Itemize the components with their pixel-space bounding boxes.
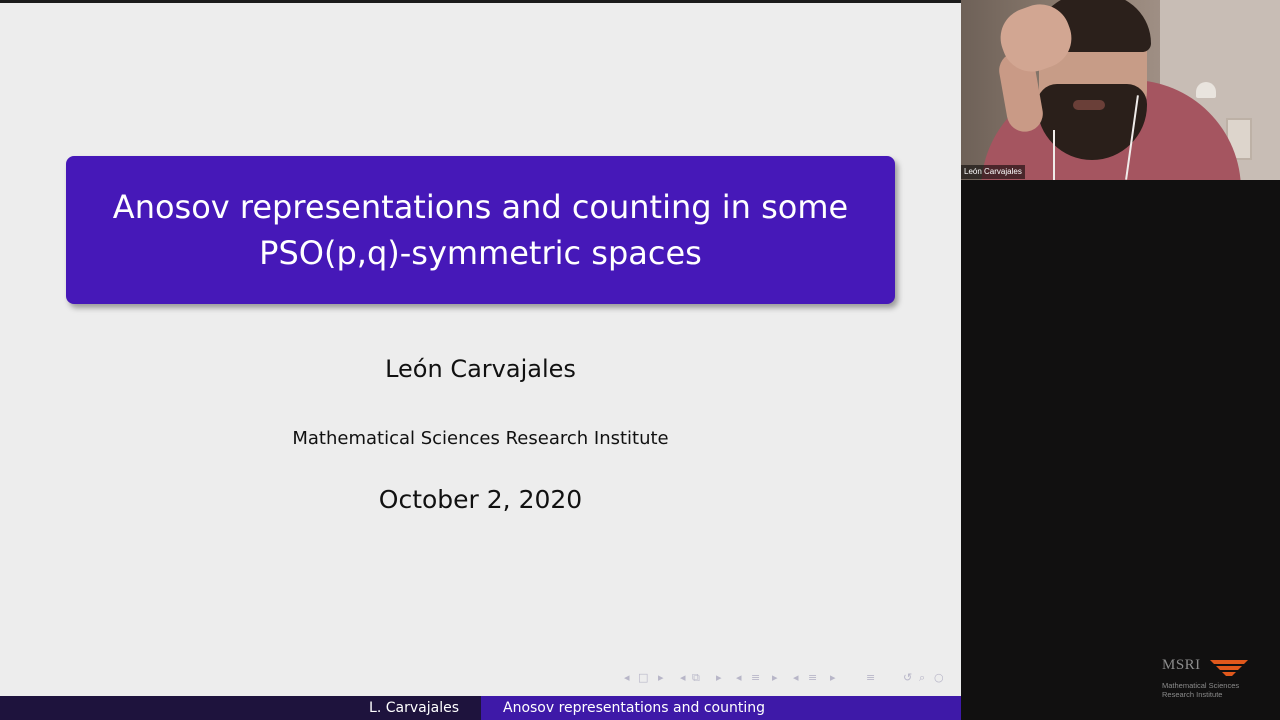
speaker-mouth <box>1073 100 1105 110</box>
footer-author: L. Carvajales <box>0 696 481 720</box>
presentation-date: October 2, 2020 <box>378 485 583 514</box>
nav-right-icon[interactable]: ▸ <box>716 671 722 684</box>
logo-text-line: Research Institute <box>1162 690 1223 699</box>
nav-left-icon[interactable]: ◂ <box>680 671 686 684</box>
nav-left-icon[interactable]: ◂ <box>624 671 630 684</box>
appendix-icon[interactable]: ≡ <box>866 671 875 684</box>
section-icon[interactable]: ≡ <box>808 671 817 684</box>
nav-right-icon[interactable]: ▸ <box>772 671 778 684</box>
frame-icon[interactable]: □ <box>638 671 648 684</box>
participant-video-tile[interactable] <box>961 0 1280 180</box>
nav-right-icon[interactable]: ▸ <box>658 671 664 684</box>
beamer-navigation-bar: ◂ □ ▸ ◂ ⧉ ▸ ◂ ≡ ▸ ◂ ≡ ▸ ≡ ↺ ⌕ ○ <box>620 671 955 691</box>
title-block: Anosov representations and counting in s… <box>66 156 895 304</box>
zoom-icon[interactable]: ○ <box>934 671 944 684</box>
author-name: León Carvajales <box>385 355 576 383</box>
earphone-cable <box>1053 130 1055 180</box>
institute-name: Mathematical Sciences Research Institute <box>292 428 669 449</box>
slide-top-edge <box>0 0 961 3</box>
search-icon[interactable]: ⌕ <box>919 671 925 685</box>
msri-logo: MSRI Mathematical Sciences Research Inst… <box>1162 657 1262 701</box>
subsection-icon[interactable]: ⧉ <box>692 671 700 685</box>
nav-left-icon[interactable]: ◂ <box>793 671 799 684</box>
nav-left-icon[interactable]: ◂ <box>736 671 742 684</box>
slide-footline: L. Carvajales Anosov representations and… <box>0 696 961 720</box>
undo-icon[interactable]: ↺ <box>903 671 912 684</box>
presentation-slide: Anosov representations and counting in s… <box>0 0 961 720</box>
slide-title: Anosov representations and counting in s… <box>112 188 849 272</box>
msri-emblem-icon <box>1210 660 1248 676</box>
logo-text-line: Mathematical Sciences <box>1162 681 1240 690</box>
nav-right-icon[interactable]: ▸ <box>830 671 836 684</box>
lamp-shape <box>1196 82 1216 98</box>
participant-name-label: León Carvajales <box>961 165 1025 179</box>
logo-wordmark: MSRI <box>1162 657 1201 673</box>
section-icon[interactable]: ≡ <box>751 671 760 684</box>
footer-title: Anosov representations and counting <box>481 696 961 720</box>
